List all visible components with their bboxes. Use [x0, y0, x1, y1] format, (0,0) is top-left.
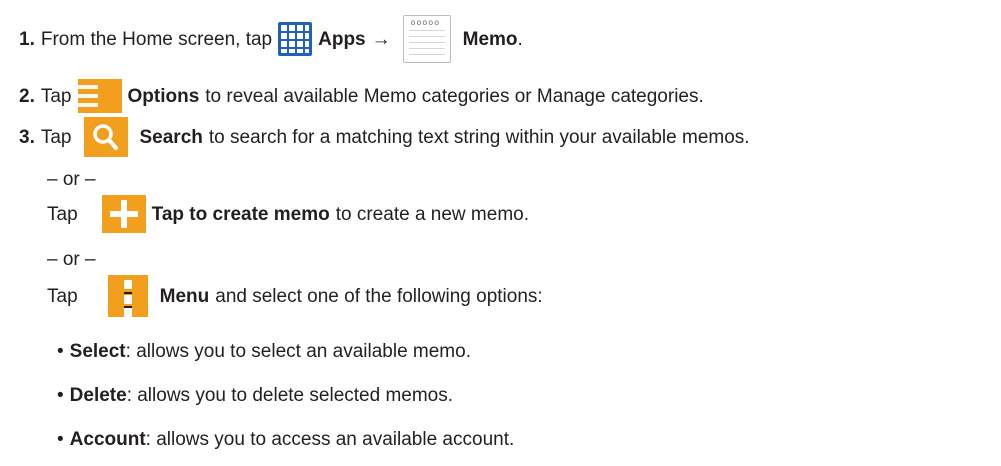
step-2: 2. Tap Options to reveal available Memo … — [19, 79, 704, 113]
alt-create-memo: Tap Tap to create memo to create a new m… — [47, 195, 529, 233]
or-separator: – or – — [47, 168, 96, 190]
option-desc: : allows you to access an available acco… — [145, 428, 515, 450]
step-text: and select one of the following options: — [215, 285, 543, 307]
option-desc: : allows you to select an available memo… — [125, 340, 471, 362]
step-text: to create a new memo. — [335, 203, 529, 225]
options-label: Options — [127, 85, 200, 107]
period: . — [517, 28, 523, 50]
step-text: to reveal available Memo categories or M… — [205, 85, 704, 107]
memo-label: Memo — [462, 28, 518, 50]
bullet: • — [57, 384, 64, 406]
option-account: • Account : allows you to access an avai… — [57, 428, 514, 450]
search-label: Search — [139, 126, 203, 148]
memo-notepad-icon: ooooo — [402, 15, 451, 63]
bullet: • — [57, 340, 64, 362]
step-3: 3. Tap Search to search for a matching t… — [19, 117, 750, 157]
menu-dots-icon — [107, 275, 148, 317]
search-magnifier-icon — [83, 117, 128, 157]
alt-menu: Tap Menu and select one of the following… — [47, 275, 543, 317]
step-number: 2. — [19, 85, 35, 107]
option-delete: • Delete : allows you to delete selected… — [57, 384, 453, 406]
tap-word: Tap — [40, 126, 72, 148]
option-select: • Select : allows you to select an avail… — [57, 340, 471, 362]
step-number: 1. — [19, 28, 35, 50]
bullet: • — [57, 428, 64, 450]
option-name: Select — [69, 340, 126, 362]
option-name: Account — [69, 428, 146, 450]
tap-word: Tap — [40, 85, 72, 107]
apps-grid-icon — [278, 22, 313, 56]
arrow: → — [371, 28, 391, 50]
tap-word: Tap — [47, 285, 78, 307]
tap-word: Tap — [47, 203, 78, 225]
create-memo-label: Tap to create memo — [151, 203, 330, 225]
option-name: Delete — [69, 384, 127, 406]
step-text: to search for a matching text string wit… — [208, 126, 750, 148]
option-desc: : allows you to delete selected memos. — [126, 384, 454, 406]
or-separator: – or – — [47, 248, 96, 270]
options-lines-icon — [77, 79, 122, 113]
menu-label: Menu — [159, 285, 210, 307]
step-number: 3. — [19, 126, 35, 148]
apps-label: Apps — [318, 28, 366, 50]
step-1: 1. From the Home screen, tap Apps → oooo… — [19, 14, 523, 64]
step-text: From the Home screen, tap — [40, 28, 273, 50]
plus-icon — [101, 195, 146, 233]
